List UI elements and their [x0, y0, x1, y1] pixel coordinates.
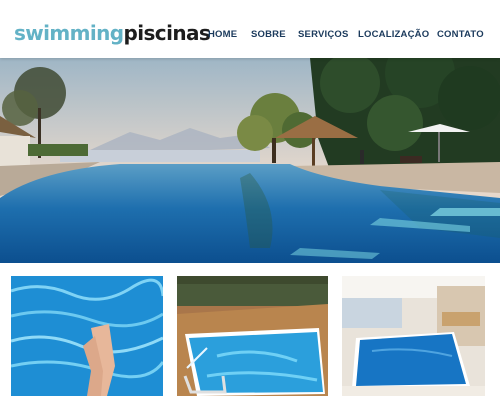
- gallery-photo-3[interactable]: [342, 276, 485, 396]
- indoor-pool-image: [342, 276, 485, 396]
- nav-home[interactable]: HOME: [208, 29, 237, 41]
- nav-servicos[interactable]: SERVIÇOS: [298, 29, 349, 41]
- gallery-photo-1[interactable]: [11, 276, 163, 396]
- hero-image: [0, 58, 500, 263]
- main-nav: HOME SOBRE SERVIÇOS LOCALIZAÇÃO CONTATO: [0, 29, 500, 43]
- nav-contato[interactable]: CONTATO: [437, 29, 484, 41]
- photo-gallery: [0, 276, 500, 396]
- nav-sobre[interactable]: SOBRE: [251, 29, 286, 41]
- pool-with-deck-image: [177, 276, 328, 396]
- legs-in-water-image: [11, 276, 163, 396]
- nav-localizacao[interactable]: LOCALIZAÇÃO: [358, 29, 429, 41]
- site-header: swimmingpiscinas HOME SOBRE SERVIÇOS LOC…: [0, 0, 500, 58]
- gallery-photo-2[interactable]: [177, 276, 328, 396]
